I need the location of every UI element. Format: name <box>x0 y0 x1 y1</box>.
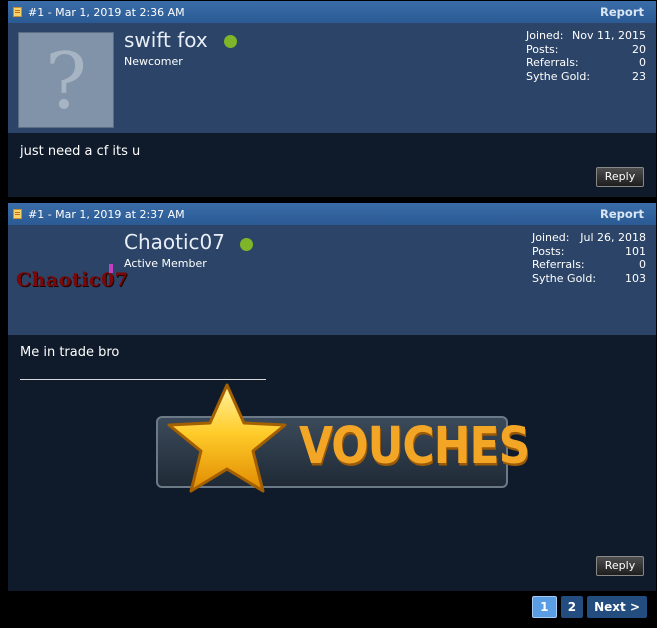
user-panel: ? swift fox Newcomer Joined: Nov 11, 2015… <box>8 23 656 133</box>
stat-posts: Posts: 20 <box>526 42 646 56</box>
post-header: #1 - Mar 1, 2019 at 2:37 AM Report <box>8 203 656 225</box>
vouches-banner-text: VOUCHES <box>299 417 530 476</box>
post-meta: #1 - Mar 1, 2019 at 2:36 AM <box>28 5 185 19</box>
avatar[interactable]: ? <box>18 32 114 128</box>
user-panel: Chaotic07 Chaotic07 Active Member Joined… <box>8 225 656 335</box>
page-1-button[interactable]: 1 <box>531 596 557 618</box>
post-2: #1 - Mar 1, 2019 at 2:37 AM Report Chaot… <box>8 203 656 591</box>
online-status-icon <box>224 35 237 48</box>
post-body: just need a cf its u Reply <box>8 133 656 197</box>
question-mark-icon: ? <box>45 37 87 127</box>
stat-sythe-gold: Sythe Gold: 23 <box>526 69 646 83</box>
user-stats: Joined: Jul 26, 2018 Posts: 101 Referrals:… <box>532 231 646 285</box>
post-header: #1 - Mar 1, 2019 at 2:36 AM Report <box>8 1 656 23</box>
next-page-button[interactable]: Next > <box>587 596 647 618</box>
report-link[interactable]: Report <box>600 5 644 19</box>
stat-referrals: Referrals: 0 <box>526 56 646 69</box>
post-icon <box>13 7 22 17</box>
avatar-decoration <box>109 264 113 273</box>
stat-posts: Posts: 101 <box>532 244 646 258</box>
stat-joined: Joined: Jul 26, 2018 <box>532 231 646 244</box>
post-icon <box>13 209 22 219</box>
user-stats: Joined: Nov 11, 2015 Posts: 20 Referrals: 0… <box>526 29 646 83</box>
stat-sythe-gold: Sythe Gold: 103 <box>532 271 646 285</box>
online-status-icon <box>240 238 253 251</box>
stat-referrals: Referrals: 0 <box>532 258 646 271</box>
pagination: 1 2 Next > <box>531 596 647 618</box>
post-message: Me in trade bro <box>20 345 120 360</box>
user-title: Active Member <box>124 257 207 270</box>
star-icon <box>167 383 287 493</box>
user-title: Newcomer <box>124 55 183 68</box>
reply-button[interactable]: Reply <box>596 167 644 187</box>
username[interactable]: Chaotic07 <box>124 230 225 254</box>
post-meta: #1 - Mar 1, 2019 at 2:37 AM <box>28 207 185 221</box>
post-message: just need a cf its u <box>20 144 141 159</box>
post-body: Me in trade bro VOUCHES Reply <box>8 335 656 591</box>
signature-divider <box>20 379 266 380</box>
reply-button[interactable]: Reply <box>596 556 644 576</box>
vouches-banner: VOUCHES <box>156 383 530 495</box>
post-1: #1 - Mar 1, 2019 at 2:36 AM Report ? swi… <box>8 1 656 197</box>
stat-joined: Joined: Nov 11, 2015 <box>526 29 646 42</box>
username[interactable]: swift fox <box>124 28 208 52</box>
page-2-button[interactable]: 2 <box>560 596 584 618</box>
report-link[interactable]: Report <box>600 207 644 221</box>
